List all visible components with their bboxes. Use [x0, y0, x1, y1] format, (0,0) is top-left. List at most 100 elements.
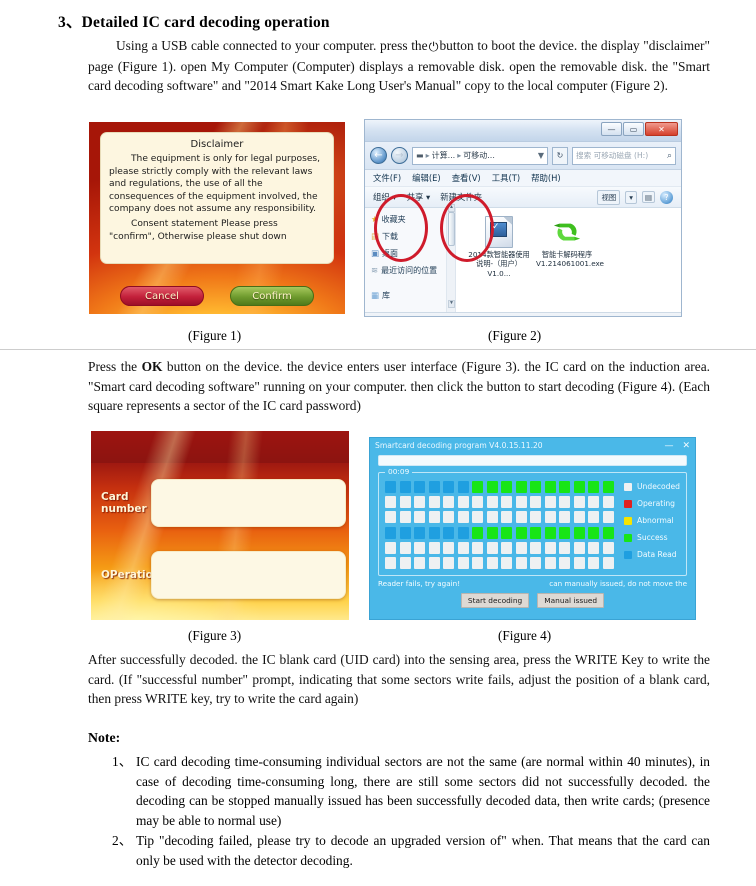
chevron-down-icon[interactable]: ▼ — [538, 151, 544, 160]
sector-cell[interactable] — [428, 496, 440, 509]
sector-cell[interactable] — [544, 496, 556, 509]
nav-item-recent[interactable]: ≋ 最近访问的位置 — [371, 265, 442, 276]
sector-cell[interactable] — [414, 526, 426, 539]
sector-cell[interactable] — [573, 481, 585, 493]
sector-cell[interactable] — [515, 481, 527, 493]
sector-cell[interactable] — [544, 556, 556, 569]
sector-cell[interactable] — [443, 541, 455, 554]
sector-cell[interactable] — [530, 541, 542, 554]
sector-cell[interactable] — [559, 496, 571, 509]
sector-cell[interactable] — [501, 556, 513, 569]
sector-cell[interactable] — [501, 481, 513, 493]
sector-cell[interactable] — [472, 481, 484, 493]
sector-cell[interactable] — [515, 541, 527, 554]
menu-item-edit[interactable]: 编辑(E) — [412, 172, 441, 184]
sector-cell[interactable] — [457, 541, 469, 554]
sector-cell[interactable] — [428, 541, 440, 554]
sector-cell[interactable] — [588, 511, 600, 524]
sector-cell[interactable] — [559, 481, 571, 493]
preview-pane-icon[interactable]: ▤ — [642, 191, 655, 203]
sector-cell[interactable] — [399, 496, 411, 509]
sector-cell[interactable] — [472, 511, 484, 524]
sector-cell[interactable] — [457, 526, 469, 539]
operation-input[interactable] — [151, 551, 346, 599]
back-icon[interactable]: ← — [370, 147, 387, 164]
view-mode-chevron-down-icon[interactable]: ▾ — [625, 190, 637, 204]
sector-cell[interactable] — [385, 496, 397, 509]
sector-cell[interactable] — [602, 496, 614, 509]
sector-cell[interactable] — [414, 541, 426, 554]
sector-cell[interactable] — [385, 511, 397, 524]
sector-cell[interactable] — [588, 496, 600, 509]
breadcrumb-item-removable[interactable]: 可移动... — [463, 150, 495, 161]
sector-cell[interactable] — [443, 496, 455, 509]
sector-cell[interactable] — [530, 556, 542, 569]
sector-cell[interactable] — [457, 496, 469, 509]
sector-cell[interactable] — [602, 556, 614, 569]
menu-item-tools[interactable]: 工具(T) — [492, 172, 520, 184]
sector-cell[interactable] — [457, 511, 469, 524]
sector-cell[interactable] — [602, 511, 614, 524]
menu-item-view[interactable]: 查看(V) — [452, 172, 481, 184]
sector-cell[interactable] — [530, 511, 542, 524]
close-button[interactable]: ✕ — [645, 122, 678, 136]
sector-cell[interactable] — [428, 481, 440, 493]
sector-cell[interactable] — [414, 511, 426, 524]
manual-issued-button[interactable]: Manual issued — [537, 593, 605, 608]
sector-cell[interactable] — [414, 481, 426, 493]
scroll-down-icon[interactable]: ▼ — [448, 300, 455, 308]
sector-cell[interactable] — [443, 556, 455, 569]
sector-grid[interactable] — [385, 481, 614, 571]
sector-cell[interactable] — [573, 556, 585, 569]
sector-cell[interactable] — [472, 496, 484, 509]
menu-item-file[interactable]: 文件(F) — [373, 172, 401, 184]
sector-cell[interactable] — [399, 556, 411, 569]
sector-cell[interactable] — [457, 481, 469, 493]
sector-cell[interactable] — [501, 511, 513, 524]
confirm-button[interactable]: Confirm — [230, 286, 314, 306]
sector-cell[interactable] — [588, 481, 600, 493]
forward-icon[interactable]: → — [391, 147, 408, 164]
sector-cell[interactable] — [530, 526, 542, 539]
sector-cell[interactable] — [515, 556, 527, 569]
menu-item-help[interactable]: 帮助(H) — [531, 172, 561, 184]
program-close-button[interactable]: ✕ — [682, 441, 690, 451]
sector-cell[interactable] — [486, 541, 498, 554]
file-item-decoder-exe[interactable]: 智能卡解码程序 V1.214061001.exe — [536, 216, 604, 269]
sector-cell[interactable] — [385, 556, 397, 569]
sector-cell[interactable] — [428, 526, 440, 539]
sector-cell[interactable] — [544, 511, 556, 524]
sector-cell[interactable] — [588, 526, 600, 539]
search-input[interactable]: 搜索 可移动磁盘 (H:) ⌕ — [572, 146, 676, 165]
sector-cell[interactable] — [428, 556, 440, 569]
view-mode-button[interactable]: 视图 — [597, 189, 621, 205]
sector-cell[interactable] — [486, 511, 498, 524]
sector-cell[interactable] — [573, 496, 585, 509]
sector-cell[interactable] — [559, 541, 571, 554]
help-icon[interactable]: ? — [660, 190, 673, 204]
sector-cell[interactable] — [486, 526, 498, 539]
sector-cell[interactable] — [530, 481, 542, 493]
sector-cell[interactable] — [501, 541, 513, 554]
sector-cell[interactable] — [414, 556, 426, 569]
nav-item-libraries[interactable]: ▦ 库 — [371, 290, 442, 301]
sector-cell[interactable] — [515, 496, 527, 509]
cancel-button[interactable]: Cancel — [120, 286, 204, 306]
sector-cell[interactable] — [486, 556, 498, 569]
breadcrumb-item-computer[interactable]: 计算... — [432, 150, 456, 161]
sector-cell[interactable] — [544, 541, 556, 554]
sector-cell[interactable] — [486, 481, 498, 493]
sector-cell[interactable] — [486, 496, 498, 509]
sector-cell[interactable] — [472, 556, 484, 569]
program-minimize-button[interactable]: — — [664, 441, 673, 451]
sector-cell[interactable] — [573, 526, 585, 539]
sector-cell[interactable] — [385, 541, 397, 554]
sector-cell[interactable] — [559, 556, 571, 569]
sector-cell[interactable] — [472, 541, 484, 554]
maximize-button[interactable]: ▭ — [623, 122, 644, 136]
sector-cell[interactable] — [559, 526, 571, 539]
sector-cell[interactable] — [544, 481, 556, 493]
sector-cell[interactable] — [385, 526, 397, 539]
sector-cell[interactable] — [530, 496, 542, 509]
sector-cell[interactable] — [515, 526, 527, 539]
